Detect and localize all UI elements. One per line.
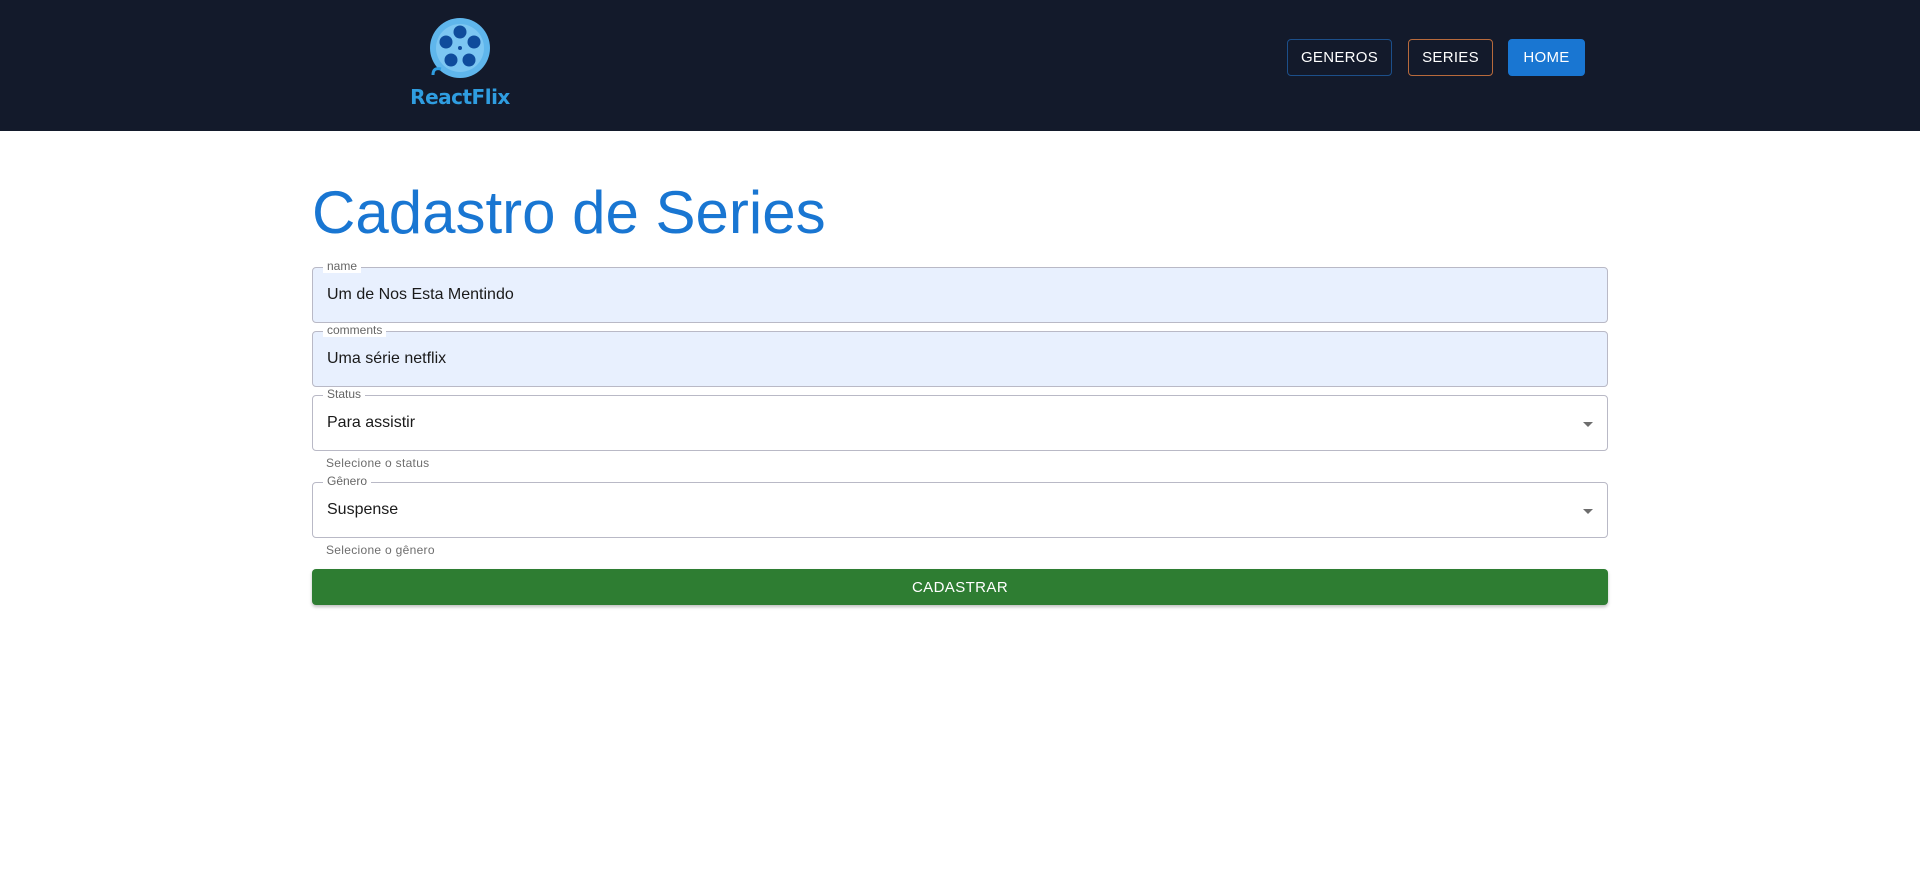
nav-generos-button[interactable]: GENEROS <box>1287 39 1392 76</box>
logo-text: ReactFlix <box>410 85 510 109</box>
name-field[interactable]: name Um de Nos Esta Mentindo <box>312 259 1608 323</box>
genero-select-value: Suspense <box>327 501 399 518</box>
status-helper-text: Selecione o status <box>326 456 430 470</box>
name-field-value: Um de Nos Esta Mentindo <box>327 286 514 303</box>
genero-select[interactable]: Gênero Suspense <box>312 474 1608 538</box>
caret-down-icon[interactable] <box>1583 422 1593 427</box>
genero-helper-text: Selecione o gênero <box>326 543 435 557</box>
status-select-value: Para assistir <box>327 414 416 431</box>
comments-field[interactable]: comments Uma série netflix <box>312 323 1608 387</box>
app-logo[interactable]: ReactFlix <box>405 17 515 113</box>
caret-down-icon[interactable] <box>1583 509 1593 514</box>
cadastrar-button[interactable]: CADASTRAR <box>312 569 1608 605</box>
status-select[interactable]: Status Para assistir <box>312 387 1608 451</box>
nav-series-button[interactable]: SERIES <box>1408 39 1493 76</box>
app-header: ReactFlix GENEROS SERIES HOME <box>0 0 1920 131</box>
film-reel-icon <box>430 18 490 78</box>
page-title: Cadastro de Series <box>312 179 826 246</box>
nav-home-button[interactable]: HOME <box>1508 39 1585 76</box>
comments-field-value: Uma série netflix <box>327 350 447 367</box>
